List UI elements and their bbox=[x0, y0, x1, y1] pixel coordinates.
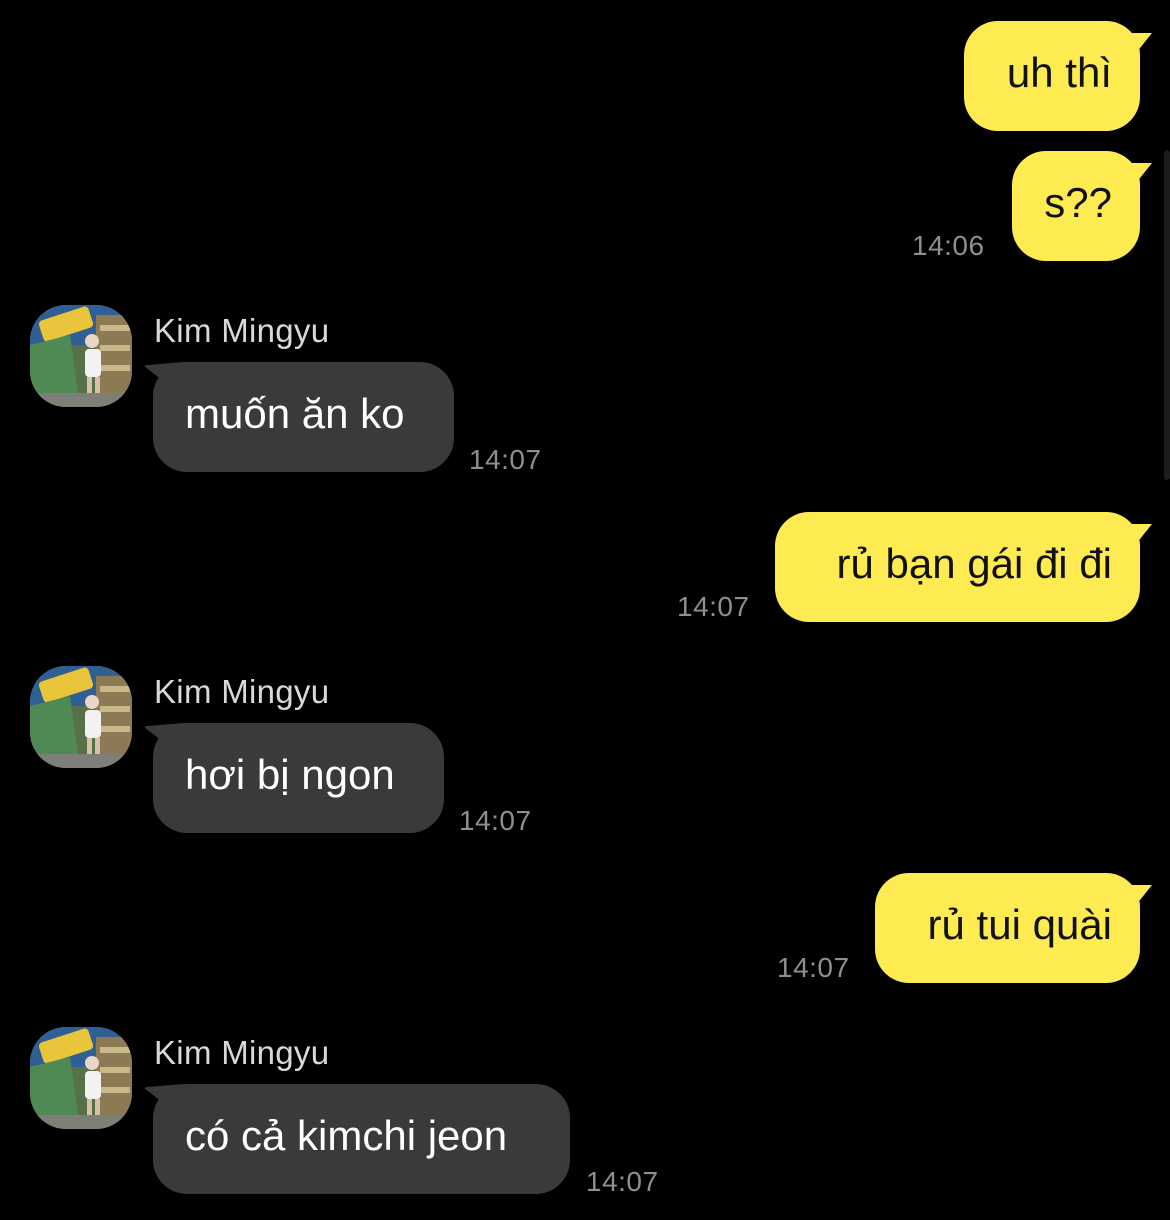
incoming-message-bubble[interactable]: muốn ăn ko bbox=[153, 362, 454, 472]
sender-name: Kim Mingyu bbox=[154, 673, 330, 710]
sender-avatar[interactable] bbox=[30, 1027, 132, 1129]
sender-avatar[interactable] bbox=[30, 666, 132, 768]
scrollbar[interactable] bbox=[1164, 150, 1170, 480]
incoming-message-bubble[interactable]: có cả kimchi jeon bbox=[153, 1084, 570, 1194]
message-timestamp: 14:07 bbox=[677, 591, 750, 622]
message-text: rủ tui quài bbox=[927, 901, 1112, 948]
message-text: muốn ăn ko bbox=[185, 390, 405, 437]
profile-photo-icon bbox=[30, 305, 132, 407]
outgoing-message-bubble[interactable]: rủ bạn gái đi đi bbox=[775, 512, 1140, 622]
message-text: rủ bạn gái đi đi bbox=[836, 540, 1112, 587]
message-timestamp: 14:06 bbox=[912, 230, 985, 261]
sender-name: Kim Mingyu bbox=[154, 1034, 330, 1071]
profile-photo-icon bbox=[30, 1027, 132, 1129]
message-text: có cả kimchi jeon bbox=[185, 1112, 508, 1159]
outgoing-message-bubble[interactable]: rủ tui quài bbox=[875, 873, 1140, 983]
sender-name: Kim Mingyu bbox=[154, 312, 330, 349]
incoming-message-bubble[interactable]: hơi bị ngon bbox=[153, 723, 444, 833]
outgoing-message-bubble[interactable]: uh thì bbox=[964, 21, 1140, 131]
chat-message-list[interactable]: uh thì s?? 14:06 Kim Mingyu muốn ăn ko 1… bbox=[0, 0, 1170, 1220]
message-timestamp: 14:07 bbox=[777, 952, 850, 983]
message-text: uh thì bbox=[1006, 49, 1112, 96]
message-text: hơi bị ngon bbox=[185, 751, 395, 798]
message-timestamp: 14:07 bbox=[469, 444, 542, 475]
message-text: s?? bbox=[1044, 179, 1112, 226]
profile-photo-icon bbox=[30, 666, 132, 768]
outgoing-message-bubble[interactable]: s?? bbox=[1012, 151, 1140, 261]
message-timestamp: 14:07 bbox=[459, 805, 532, 836]
sender-avatar[interactable] bbox=[30, 305, 132, 407]
message-timestamp: 14:07 bbox=[586, 1166, 659, 1197]
